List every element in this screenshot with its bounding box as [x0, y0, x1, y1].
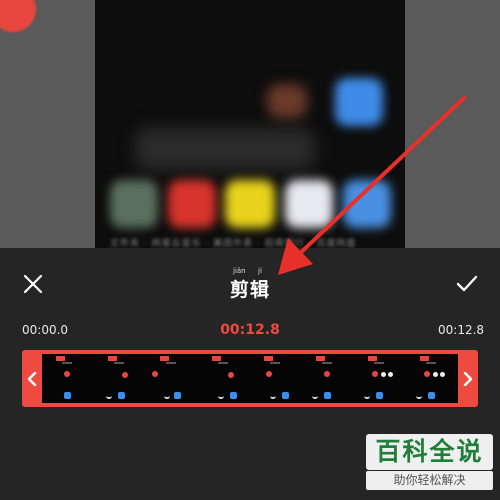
frame-strip[interactable]	[42, 354, 458, 403]
frame-thumbnail	[354, 354, 406, 403]
pinyin-2: jí	[258, 267, 262, 275]
frame-thumbnail	[146, 354, 198, 403]
watermark-sub: 助你轻松解决	[366, 471, 493, 490]
timeline-trim-bar[interactable]	[22, 350, 478, 407]
frame-thumbnail	[302, 354, 354, 403]
frame-thumbnail	[406, 354, 458, 403]
preview-phone-screen	[95, 0, 405, 248]
chevron-right-icon	[463, 371, 473, 386]
blurred-app-icon	[110, 180, 158, 228]
preview-margin-right	[405, 0, 500, 248]
blurred-app-icon	[285, 180, 333, 228]
blurred-app-icon	[225, 180, 275, 228]
trim-handle-right[interactable]	[458, 350, 478, 407]
trim-handle-left[interactable]	[22, 350, 42, 407]
time-current: 00:12.8	[220, 322, 280, 338]
watermark-logo: 百科全说 助你轻松解决	[366, 434, 493, 492]
page-title-wrap: jiǎn jí 剪辑	[200, 267, 300, 307]
close-icon	[23, 274, 43, 294]
time-end: 00:12.8	[438, 323, 485, 337]
close-button[interactable]	[16, 267, 50, 301]
frame-thumbnail	[94, 354, 146, 403]
page-title: 剪辑	[229, 279, 270, 301]
blurred-app-icon	[168, 180, 216, 228]
confirm-button[interactable]	[450, 267, 484, 301]
dock-labels: 文件夹 · 网易云音乐 · 美团外卖 · 招商银行 · 百度网盘	[110, 239, 357, 248]
frame-thumbnail	[198, 354, 250, 403]
blurred-widget	[135, 128, 315, 170]
watermark-main: 百科全说	[366, 434, 493, 470]
blurred-app-icon	[343, 180, 391, 228]
video-preview: 文件夹 · 网易云音乐 · 美团外卖 · 招商银行 · 百度网盘	[0, 0, 500, 248]
frame-thumbnail	[250, 354, 302, 403]
pinyin-1: jiǎn	[233, 267, 246, 275]
chevron-left-icon	[27, 371, 37, 386]
blurred-app-icon	[267, 84, 307, 118]
frame-thumbnail	[42, 354, 94, 403]
check-icon	[456, 275, 478, 292]
preview-margin-left	[0, 0, 95, 248]
blurred-app-icon	[335, 78, 383, 126]
